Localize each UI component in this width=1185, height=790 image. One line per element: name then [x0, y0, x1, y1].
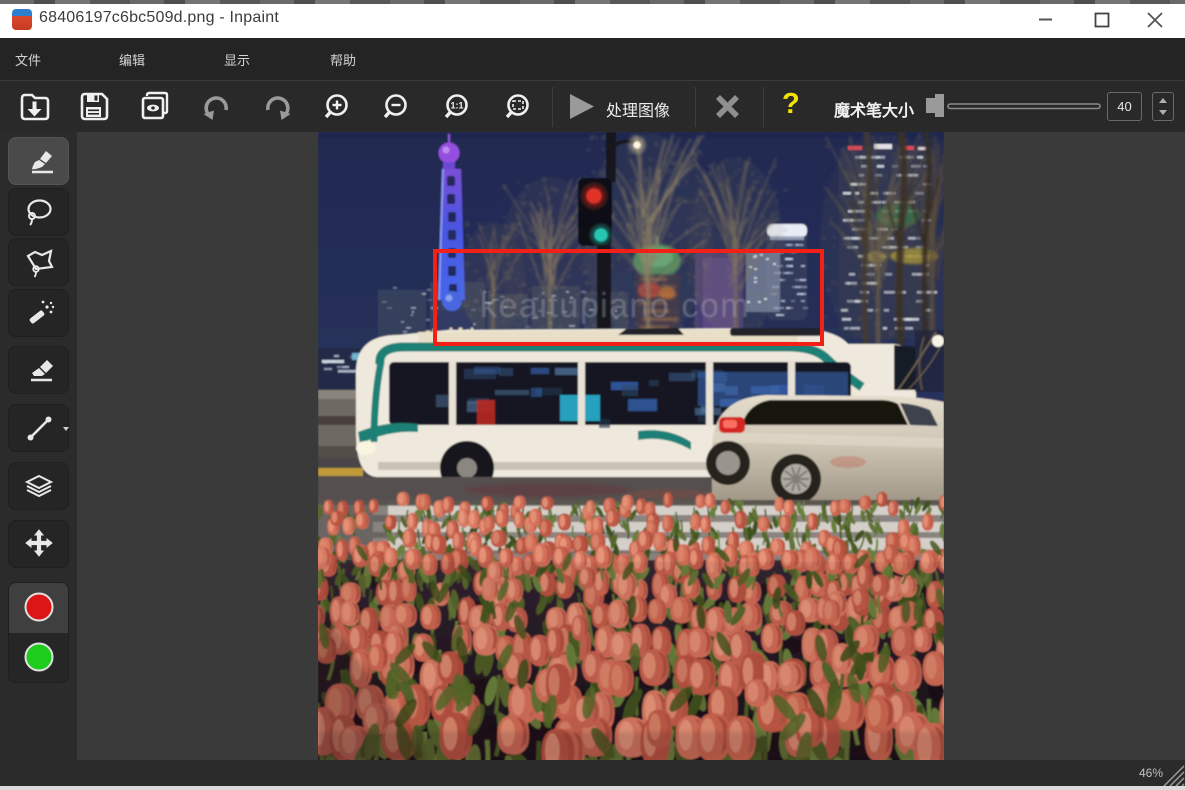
svg-text:keaitupiano com: keaitupiano com	[480, 287, 750, 325]
svg-text:1:1: 1:1	[450, 101, 463, 111]
